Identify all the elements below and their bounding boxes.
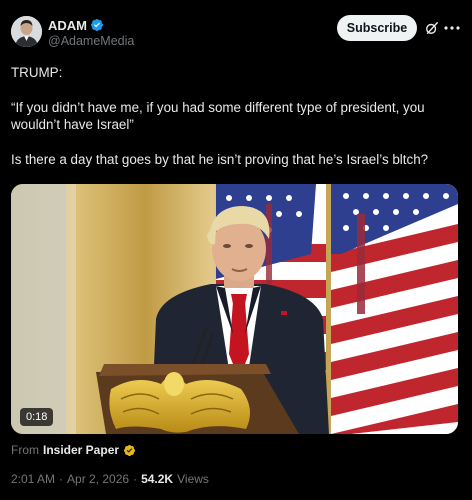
subscribe-button[interactable]: Subscribe (337, 15, 417, 41)
views-count: 54.2K (141, 472, 174, 486)
avatar-photo (11, 16, 42, 47)
author-block[interactable]: ADAM @AdameMedia (48, 17, 134, 49)
post-text-line-1: TRUMP: (11, 65, 63, 80)
post-date[interactable]: Apr 2, 2026 (67, 472, 129, 486)
source-prefix: From (11, 443, 39, 457)
blue-verified-badge-icon (91, 19, 103, 31)
post-text-line-3: Is there a day that goes by that he isn’… (11, 151, 429, 167)
grok-slash-icon[interactable] (425, 21, 439, 35)
video-duration-badge: 0:18 (20, 408, 54, 426)
video-player[interactable]: 0:18 (11, 184, 458, 434)
media-source: From Insider Paper (11, 443, 136, 457)
author-handle[interactable]: @AdameMedia (48, 34, 134, 48)
views-label: Views (177, 472, 209, 486)
post-text: TRUMP: “If you didn’t have me, if you ha… (11, 64, 461, 168)
more-dots-icon[interactable] (444, 20, 460, 36)
post-header: ADAM @AdameMedia Subscribe (11, 14, 460, 50)
gold-verified-badge-icon (123, 444, 136, 456)
post-meta: 2:01 AM · Apr 2, 2026 · 54.2K Views (11, 472, 209, 486)
post-text-line-2: “If you didn’t have me, if you had some … (11, 99, 425, 133)
video-thumbnail (11, 184, 458, 434)
source-name-link[interactable]: Insider Paper (43, 443, 119, 457)
post-time[interactable]: 2:01 AM (11, 472, 55, 486)
meta-separator: · (133, 472, 138, 486)
avatar[interactable] (11, 16, 42, 47)
meta-separator: · (59, 472, 64, 486)
author-display-name[interactable]: ADAM (48, 18, 87, 33)
